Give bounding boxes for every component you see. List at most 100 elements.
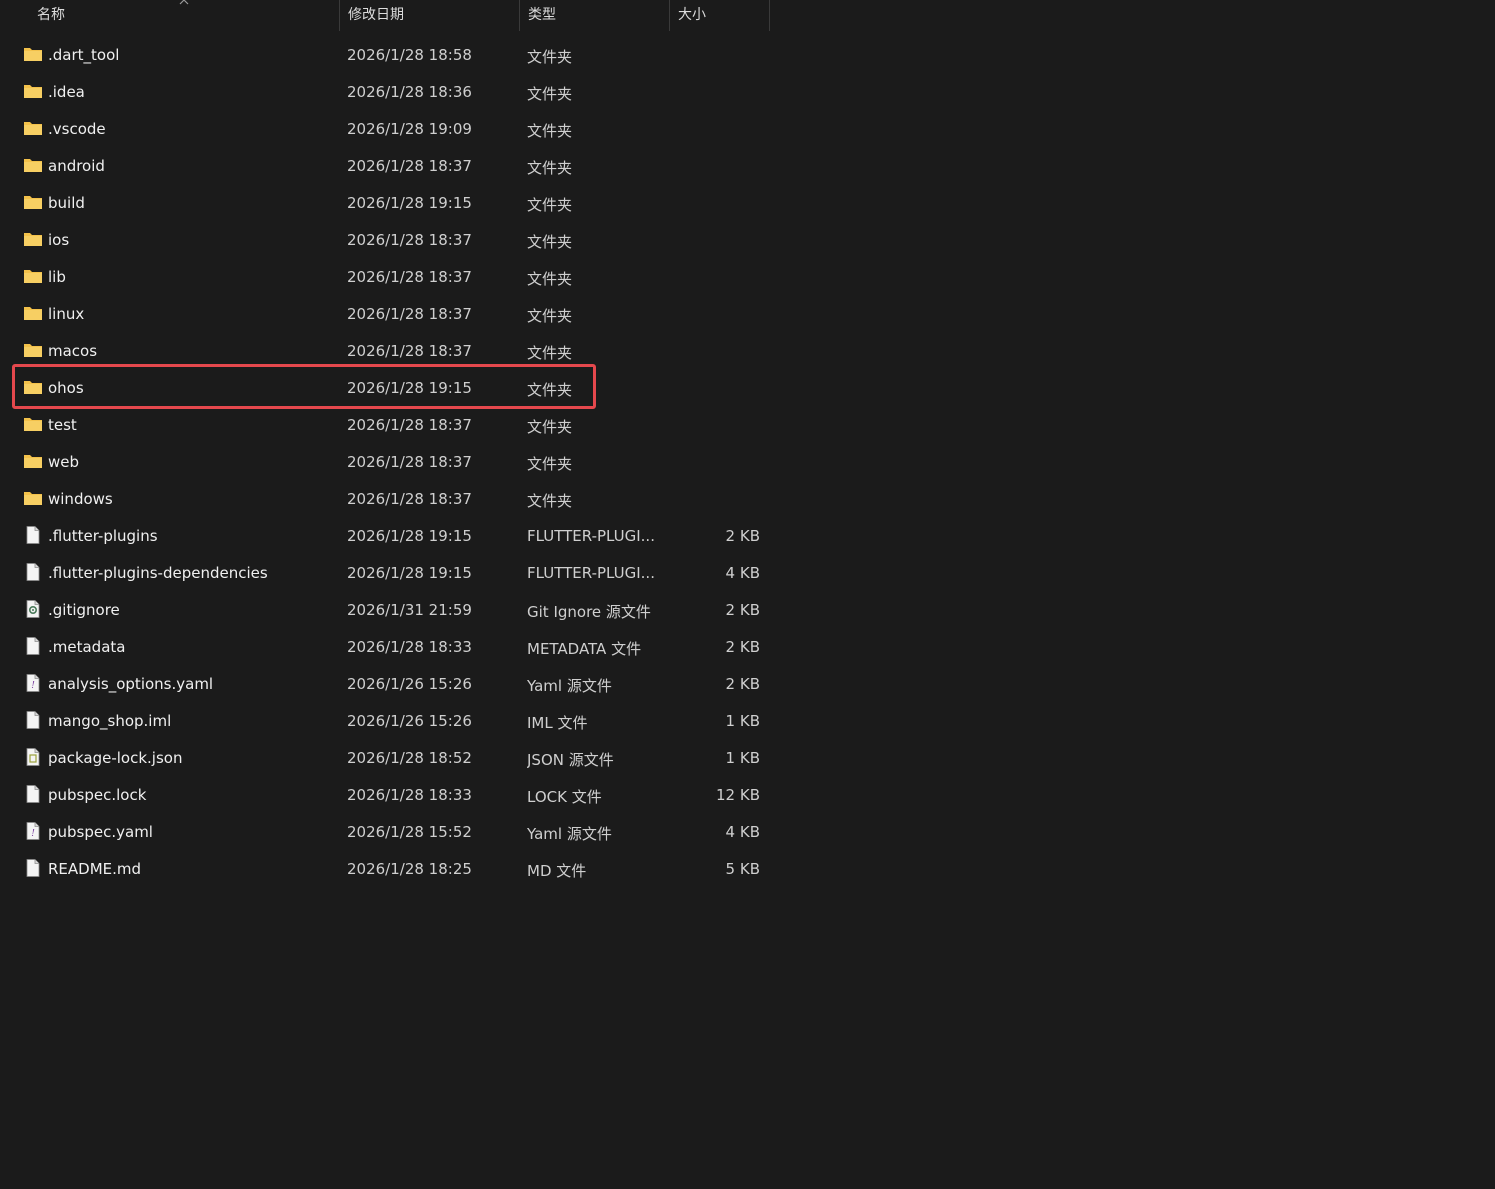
file-name: .idea — [48, 83, 85, 101]
file-row[interactable]: web 2026/1/28 18:37 文件夹 — [0, 444, 770, 481]
file-modified-date: 2026/1/28 19:09 — [347, 120, 472, 138]
file-type: LOCK 文件 — [527, 788, 602, 806]
file-icon — [23, 859, 43, 877]
folder-icon — [23, 193, 43, 211]
file-name: windows — [48, 490, 113, 508]
file-modified-date: 2026/1/28 18:33 — [347, 786, 472, 804]
file-modified-date: 2026/1/28 18:37 — [347, 157, 472, 175]
file-type: IML 文件 — [527, 714, 588, 732]
file-type: 文件夹 — [527, 344, 573, 362]
file-name: pubspec.lock — [48, 786, 147, 804]
file-row[interactable]: .flutter-plugins-dependencies 2026/1/28 … — [0, 555, 770, 592]
file-type: 文件夹 — [527, 48, 573, 66]
file-modified-date: 2026/1/28 15:52 — [347, 823, 472, 841]
folder-icon — [23, 156, 43, 174]
file-type: Git Ignore 源文件 — [527, 603, 651, 621]
svg-text:!: ! — [31, 829, 35, 839]
column-header-type[interactable]: 类型 — [520, 0, 670, 31]
file-modified-date: 2026/1/26 15:26 — [347, 712, 472, 730]
file-list: .dart_tool 2026/1/28 18:58 文件夹 .idea 202… — [0, 37, 770, 888]
file-type: 文件夹 — [527, 159, 573, 177]
file-row[interactable]: lib 2026/1/28 18:37 文件夹 — [0, 259, 770, 296]
file-name: package-lock.json — [48, 749, 183, 767]
file-row[interactable]: ! analysis_options.yaml 2026/1/26 15:26 … — [0, 666, 770, 703]
file-row[interactable]: test 2026/1/28 18:37 文件夹 — [0, 407, 770, 444]
column-header-size[interactable]: 大小 — [670, 0, 770, 31]
file-name: ios — [48, 231, 70, 249]
file-name: android — [48, 157, 105, 175]
file-modified-date: 2026/1/28 19:15 — [347, 379, 472, 397]
column-header-date[interactable]: 修改日期 — [340, 0, 520, 31]
file-modified-date: 2026/1/28 18:37 — [347, 268, 472, 286]
file-name: README.md — [48, 860, 142, 878]
file-row[interactable]: .gitignore 2026/1/31 21:59 Git Ignore 源文… — [0, 592, 770, 629]
file-type: FLUTTER-PLUGI... — [527, 527, 655, 545]
file-row[interactable]: .idea 2026/1/28 18:36 文件夹 — [0, 74, 770, 111]
column-separator[interactable] — [769, 0, 770, 31]
file-row[interactable]: ios 2026/1/28 18:37 文件夹 — [0, 222, 770, 259]
file-name: .flutter-plugins-dependencies — [48, 564, 268, 582]
file-row[interactable]: pubspec.lock 2026/1/28 18:33 LOCK 文件 12 … — [0, 777, 770, 814]
file-type: METADATA 文件 — [527, 640, 642, 658]
file-size: 2 KB — [725, 638, 760, 656]
file-type: Yaml 源文件 — [527, 825, 612, 843]
file-size: 12 KB — [716, 786, 760, 804]
column-header-name[interactable]: 名称 — [29, 0, 340, 31]
file-size: 2 KB — [725, 601, 760, 619]
file-row[interactable]: macos 2026/1/28 18:37 文件夹 — [0, 333, 770, 370]
file-size: 2 KB — [725, 675, 760, 693]
file-icon — [23, 711, 43, 729]
yaml-file-icon: ! — [23, 822, 43, 840]
file-icon — [23, 526, 43, 544]
file-type: 文件夹 — [527, 196, 573, 214]
file-modified-date: 2026/1/28 19:15 — [347, 564, 472, 582]
file-modified-date: 2026/1/28 18:52 — [347, 749, 472, 767]
file-type: 文件夹 — [527, 381, 573, 399]
file-name: .vscode — [48, 120, 106, 138]
file-type: 文件夹 — [527, 122, 573, 140]
file-modified-date: 2026/1/28 19:15 — [347, 194, 472, 212]
file-explorer: 名称 修改日期 类型 大小 .dart_tool 2026/1/28 18:58… — [0, 0, 1495, 1189]
file-type: 文件夹 — [527, 307, 573, 325]
file-size: 2 KB — [725, 527, 760, 545]
file-size: 1 KB — [725, 712, 760, 730]
folder-icon — [23, 452, 43, 470]
file-row[interactable]: .dart_tool 2026/1/28 18:58 文件夹 — [0, 37, 770, 74]
file-row[interactable]: mango_shop.iml 2026/1/26 15:26 IML 文件 1 … — [0, 703, 770, 740]
file-name: build — [48, 194, 85, 212]
file-size: 4 KB — [725, 823, 760, 841]
file-type: 文件夹 — [527, 455, 573, 473]
file-name: .metadata — [48, 638, 126, 656]
file-type: 文件夹 — [527, 418, 573, 436]
folder-icon — [23, 82, 43, 100]
file-icon — [23, 563, 43, 581]
file-row[interactable]: .vscode 2026/1/28 19:09 文件夹 — [0, 111, 770, 148]
gear-file-icon — [23, 600, 43, 618]
file-modified-date: 2026/1/28 19:15 — [347, 527, 472, 545]
file-row[interactable]: ! pubspec.yaml 2026/1/28 15:52 Yaml 源文件 … — [0, 814, 770, 851]
file-name: ohos — [48, 379, 84, 397]
file-type: 文件夹 — [527, 492, 573, 510]
file-type: 文件夹 — [527, 233, 573, 251]
folder-icon — [23, 45, 43, 63]
file-row[interactable]: package-lock.json 2026/1/28 18:52 JSON 源… — [0, 740, 770, 777]
file-row[interactable]: README.md 2026/1/28 18:25 MD 文件 5 KB — [0, 851, 770, 888]
folder-icon — [23, 415, 43, 433]
file-modified-date: 2026/1/28 18:37 — [347, 305, 472, 323]
file-name: linux — [48, 305, 85, 323]
folder-icon — [23, 267, 43, 285]
file-row[interactable]: android 2026/1/28 18:37 文件夹 — [0, 148, 770, 185]
svg-text:!: ! — [31, 681, 35, 691]
file-row[interactable]: linux 2026/1/28 18:37 文件夹 — [0, 296, 770, 333]
file-row[interactable]: .flutter-plugins 2026/1/28 19:15 FLUTTER… — [0, 518, 770, 555]
file-name: lib — [48, 268, 66, 286]
file-type: MD 文件 — [527, 862, 587, 880]
file-name: macos — [48, 342, 98, 360]
file-row[interactable]: ohos 2026/1/28 19:15 文件夹 — [0, 370, 770, 407]
folder-icon — [23, 230, 43, 248]
file-row[interactable]: windows 2026/1/28 18:37 文件夹 — [0, 481, 770, 518]
file-name: web — [48, 453, 80, 471]
file-row[interactable]: .metadata 2026/1/28 18:33 METADATA 文件 2 … — [0, 629, 770, 666]
file-icon — [23, 785, 43, 803]
file-row[interactable]: build 2026/1/28 19:15 文件夹 — [0, 185, 770, 222]
